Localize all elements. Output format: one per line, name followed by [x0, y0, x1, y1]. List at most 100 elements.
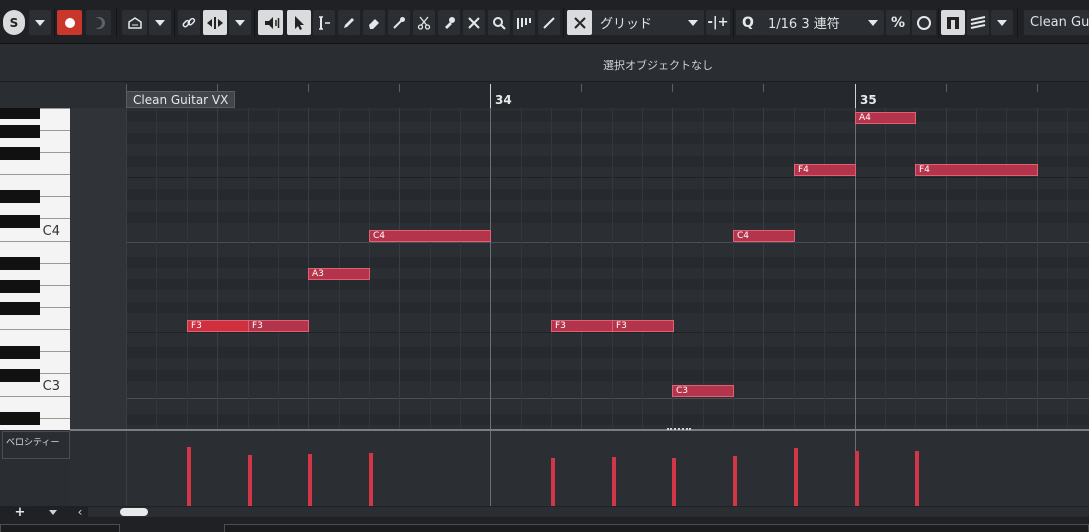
beat-line	[399, 108, 400, 430]
autoscroll-menu-button[interactable]	[229, 10, 251, 35]
black-key[interactable]	[0, 215, 40, 228]
scroll-left-button[interactable]: ‹	[72, 505, 88, 519]
chevron-down-icon	[35, 19, 45, 26]
ruler-tick	[1037, 84, 1038, 92]
note-event[interactable]: C4	[733, 230, 795, 242]
velocity-bar[interactable]	[248, 455, 252, 506]
glue-tool[interactable]	[438, 10, 460, 35]
note-event[interactable]: F3	[551, 320, 613, 332]
velocity-lane-selector[interactable]: ベロシティー	[2, 431, 70, 459]
velocity-lane[interactable]	[70, 431, 1089, 506]
velocity-bar[interactable]	[672, 458, 676, 506]
bar-line-34	[490, 431, 491, 506]
piano-keyboard[interactable]: C4 C3	[0, 108, 70, 430]
eraser-icon	[369, 18, 379, 29]
velocity-bar[interactable]	[855, 451, 859, 506]
trim-tool[interactable]	[388, 10, 410, 35]
note-event[interactable]: C4	[369, 230, 491, 242]
grid-line	[824, 108, 825, 430]
divider	[938, 8, 939, 38]
beat-line	[1037, 108, 1038, 430]
chevron-down-icon	[868, 19, 878, 26]
object-selection-tool[interactable]	[287, 10, 311, 35]
snap-type-select[interactable]: グリッド	[592, 10, 704, 35]
mute-tool[interactable]	[463, 10, 485, 35]
snap-to-zero-button[interactable]: -|+	[706, 10, 730, 35]
horizontal-scrollbar[interactable]	[88, 507, 1089, 517]
note-event[interactable]: C3	[672, 385, 734, 397]
monitor-button[interactable]	[86, 10, 111, 35]
trim-icon	[393, 16, 405, 29]
note-event[interactable]: A4	[855, 112, 916, 124]
velocity-bar[interactable]	[612, 457, 616, 506]
velocity-bar[interactable]	[308, 454, 312, 506]
note-event[interactable]: F3	[612, 320, 674, 332]
note-grid[interactable]: F3 F3 A3 C4 F3 F3 C3 C4 F4 A4 F4	[126, 108, 1089, 430]
note-event[interactable]: F4	[794, 164, 856, 176]
part-name-label[interactable]: Clean Guitar VX	[126, 91, 236, 108]
quantize-editor-button[interactable]	[912, 10, 936, 35]
beat-line	[126, 431, 127, 506]
divider	[733, 8, 734, 38]
solo-button[interactable]: S	[3, 10, 25, 35]
lane-menu-button[interactable]	[42, 506, 64, 518]
velocity-bar[interactable]	[794, 448, 798, 506]
iterative-quantize-button[interactable]: %	[886, 10, 910, 35]
autoscroll-button[interactable]	[203, 10, 227, 35]
quantize-preset-select[interactable]: 1/16 3 連符	[760, 10, 884, 35]
split-icon	[417, 16, 431, 30]
track-folder-menu-button[interactable]	[149, 10, 171, 35]
acoustic-feedback-button[interactable]	[258, 10, 283, 35]
black-key[interactable]	[0, 412, 40, 425]
grid-line	[1006, 108, 1007, 430]
note-event[interactable]: F3	[248, 320, 309, 332]
comb-tool[interactable]	[513, 10, 535, 35]
black-key-row	[126, 370, 1089, 381]
independent-track-loop-button[interactable]	[941, 10, 965, 35]
grid-line	[915, 108, 916, 430]
velocity-bar[interactable]	[187, 447, 191, 506]
snap-toggle[interactable]	[567, 10, 592, 35]
black-key[interactable]	[0, 108, 40, 119]
draw-tool[interactable]	[338, 10, 360, 35]
scrollbar-thumb[interactable]	[120, 508, 148, 516]
black-key[interactable]	[0, 257, 40, 270]
grid-line	[612, 108, 613, 430]
velocity-bar[interactable]	[551, 458, 555, 506]
track-folder-button[interactable]	[122, 10, 147, 35]
black-key[interactable]	[0, 125, 40, 138]
stack-button[interactable]	[967, 10, 989, 35]
note-event[interactable]: F3	[187, 320, 249, 332]
velocity-bar[interactable]	[369, 453, 373, 506]
black-key[interactable]	[0, 346, 40, 359]
trackfolder-icon	[127, 16, 142, 29]
add-controller-lane-button[interactable]: +	[4, 505, 36, 520]
stack-menu-button[interactable]	[991, 10, 1013, 35]
zoom-tool[interactable]	[488, 10, 510, 35]
bar-line-34	[490, 108, 491, 430]
erase-tool[interactable]	[363, 10, 385, 35]
note-event[interactable]: A3	[308, 268, 370, 280]
quantize-button[interactable]: Q	[736, 10, 760, 35]
velocity-bar[interactable]	[915, 451, 919, 506]
grid-line	[187, 108, 188, 430]
pencil-icon	[344, 17, 354, 28]
black-key[interactable]	[0, 369, 40, 382]
line-tool[interactable]	[538, 10, 560, 35]
black-key[interactable]	[0, 147, 40, 160]
track-name-field[interactable]: Clean Guit	[1024, 10, 1089, 35]
grid-line	[1067, 108, 1068, 430]
black-key[interactable]	[0, 190, 40, 203]
black-key[interactable]	[0, 280, 40, 293]
solo-menu-button[interactable]	[29, 10, 51, 35]
split-tool[interactable]	[413, 10, 435, 35]
lane-resize-handle[interactable]	[667, 428, 691, 430]
solo-icon: S	[9, 15, 19, 30]
note-event[interactable]: F4	[915, 164, 1038, 176]
record-enable-button[interactable]	[57, 10, 82, 35]
range-tool[interactable]	[313, 10, 335, 35]
velocity-bar[interactable]	[733, 456, 737, 506]
grid-line	[794, 108, 795, 430]
black-key[interactable]	[0, 302, 40, 315]
link-button[interactable]	[178, 10, 200, 35]
